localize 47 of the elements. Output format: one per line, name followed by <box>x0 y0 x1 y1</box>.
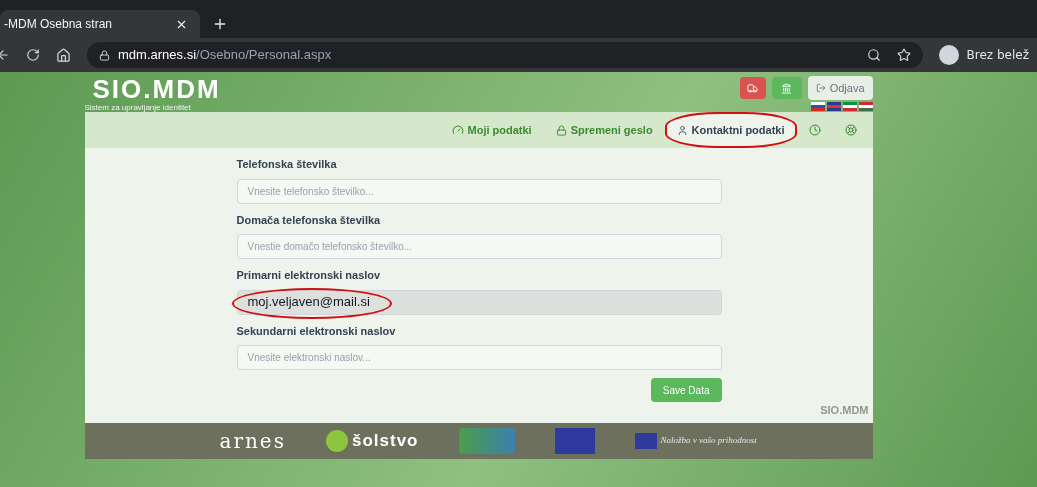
ministry-logo-icon <box>458 427 515 454</box>
logout-button[interactable]: Odjava <box>807 76 873 100</box>
lock-icon <box>99 49 110 61</box>
gauge-icon <box>451 124 464 136</box>
field-label: Telefonska številka <box>236 157 338 172</box>
address-bar[interactable]: mdm.arnes.si/Osebno/Personal.aspx <box>87 42 923 68</box>
new-tab-icon[interactable] <box>212 16 228 32</box>
lock-icon <box>555 124 567 136</box>
nav-tab[interactable]: Spremeni geslo <box>543 112 665 148</box>
eu-slogan: Naložba v vašo prihodnost <box>660 433 757 447</box>
zoom-icon[interactable] <box>866 48 881 62</box>
url-text: mdm.arnes.si/Osebno/Personal.aspx <box>118 46 332 65</box>
alert-button[interactable] <box>739 77 766 99</box>
logout-icon <box>815 83 826 93</box>
profile-label[interactable]: Brez belež <box>966 46 1029 64</box>
flag-icon[interactable] <box>842 102 857 111</box>
arnes-logo: arnes <box>219 427 286 455</box>
lifebuoy-icon <box>844 124 857 136</box>
input-field[interactable]: Vnesite telefonsko številko... <box>236 178 722 204</box>
truck-icon <box>747 82 759 94</box>
input-field[interactable]: Vnestie domačo telefonsko številko... <box>236 234 722 259</box>
browser-tab[interactable]: -MDM Osebna stran <box>0 10 200 38</box>
incognito-avatar[interactable] <box>938 45 959 65</box>
site-logo: SIO.MDM <box>91 76 221 102</box>
solstvo-logo: šolstvo <box>351 429 419 452</box>
building-icon <box>781 82 793 94</box>
eu-flag-icon <box>554 427 595 454</box>
flag-icon[interactable] <box>826 102 841 111</box>
home-icon[interactable] <box>56 47 71 63</box>
nav-tab[interactable]: Moji podatki <box>439 112 544 148</box>
tagline: Sistem za upravljanje identitet <box>84 102 192 114</box>
save-button[interactable]: Save Data <box>650 378 722 402</box>
eu-flag-icon <box>634 432 657 449</box>
clock-icon <box>808 124 821 136</box>
corner-logo: SIO.MDM <box>820 403 869 418</box>
user-icon <box>676 124 688 136</box>
bookmark-star-icon[interactable] <box>896 48 911 62</box>
flag-icon[interactable] <box>858 102 873 111</box>
flag-icon[interactable] <box>810 102 825 111</box>
field-label: Sekundarni elektronski naslov <box>236 323 397 339</box>
back-icon[interactable] <box>0 48 10 62</box>
nav-tab[interactable]: Kontaktni podatki <box>664 112 797 148</box>
e-logo-icon <box>325 429 348 452</box>
field-label: Domača telefonska številka <box>236 212 382 228</box>
reload-icon[interactable] <box>26 48 40 62</box>
input-field[interactable]: Vnesite elektronski naslov... <box>236 345 722 370</box>
field-label: Primarni elektronski naslov <box>236 268 382 283</box>
